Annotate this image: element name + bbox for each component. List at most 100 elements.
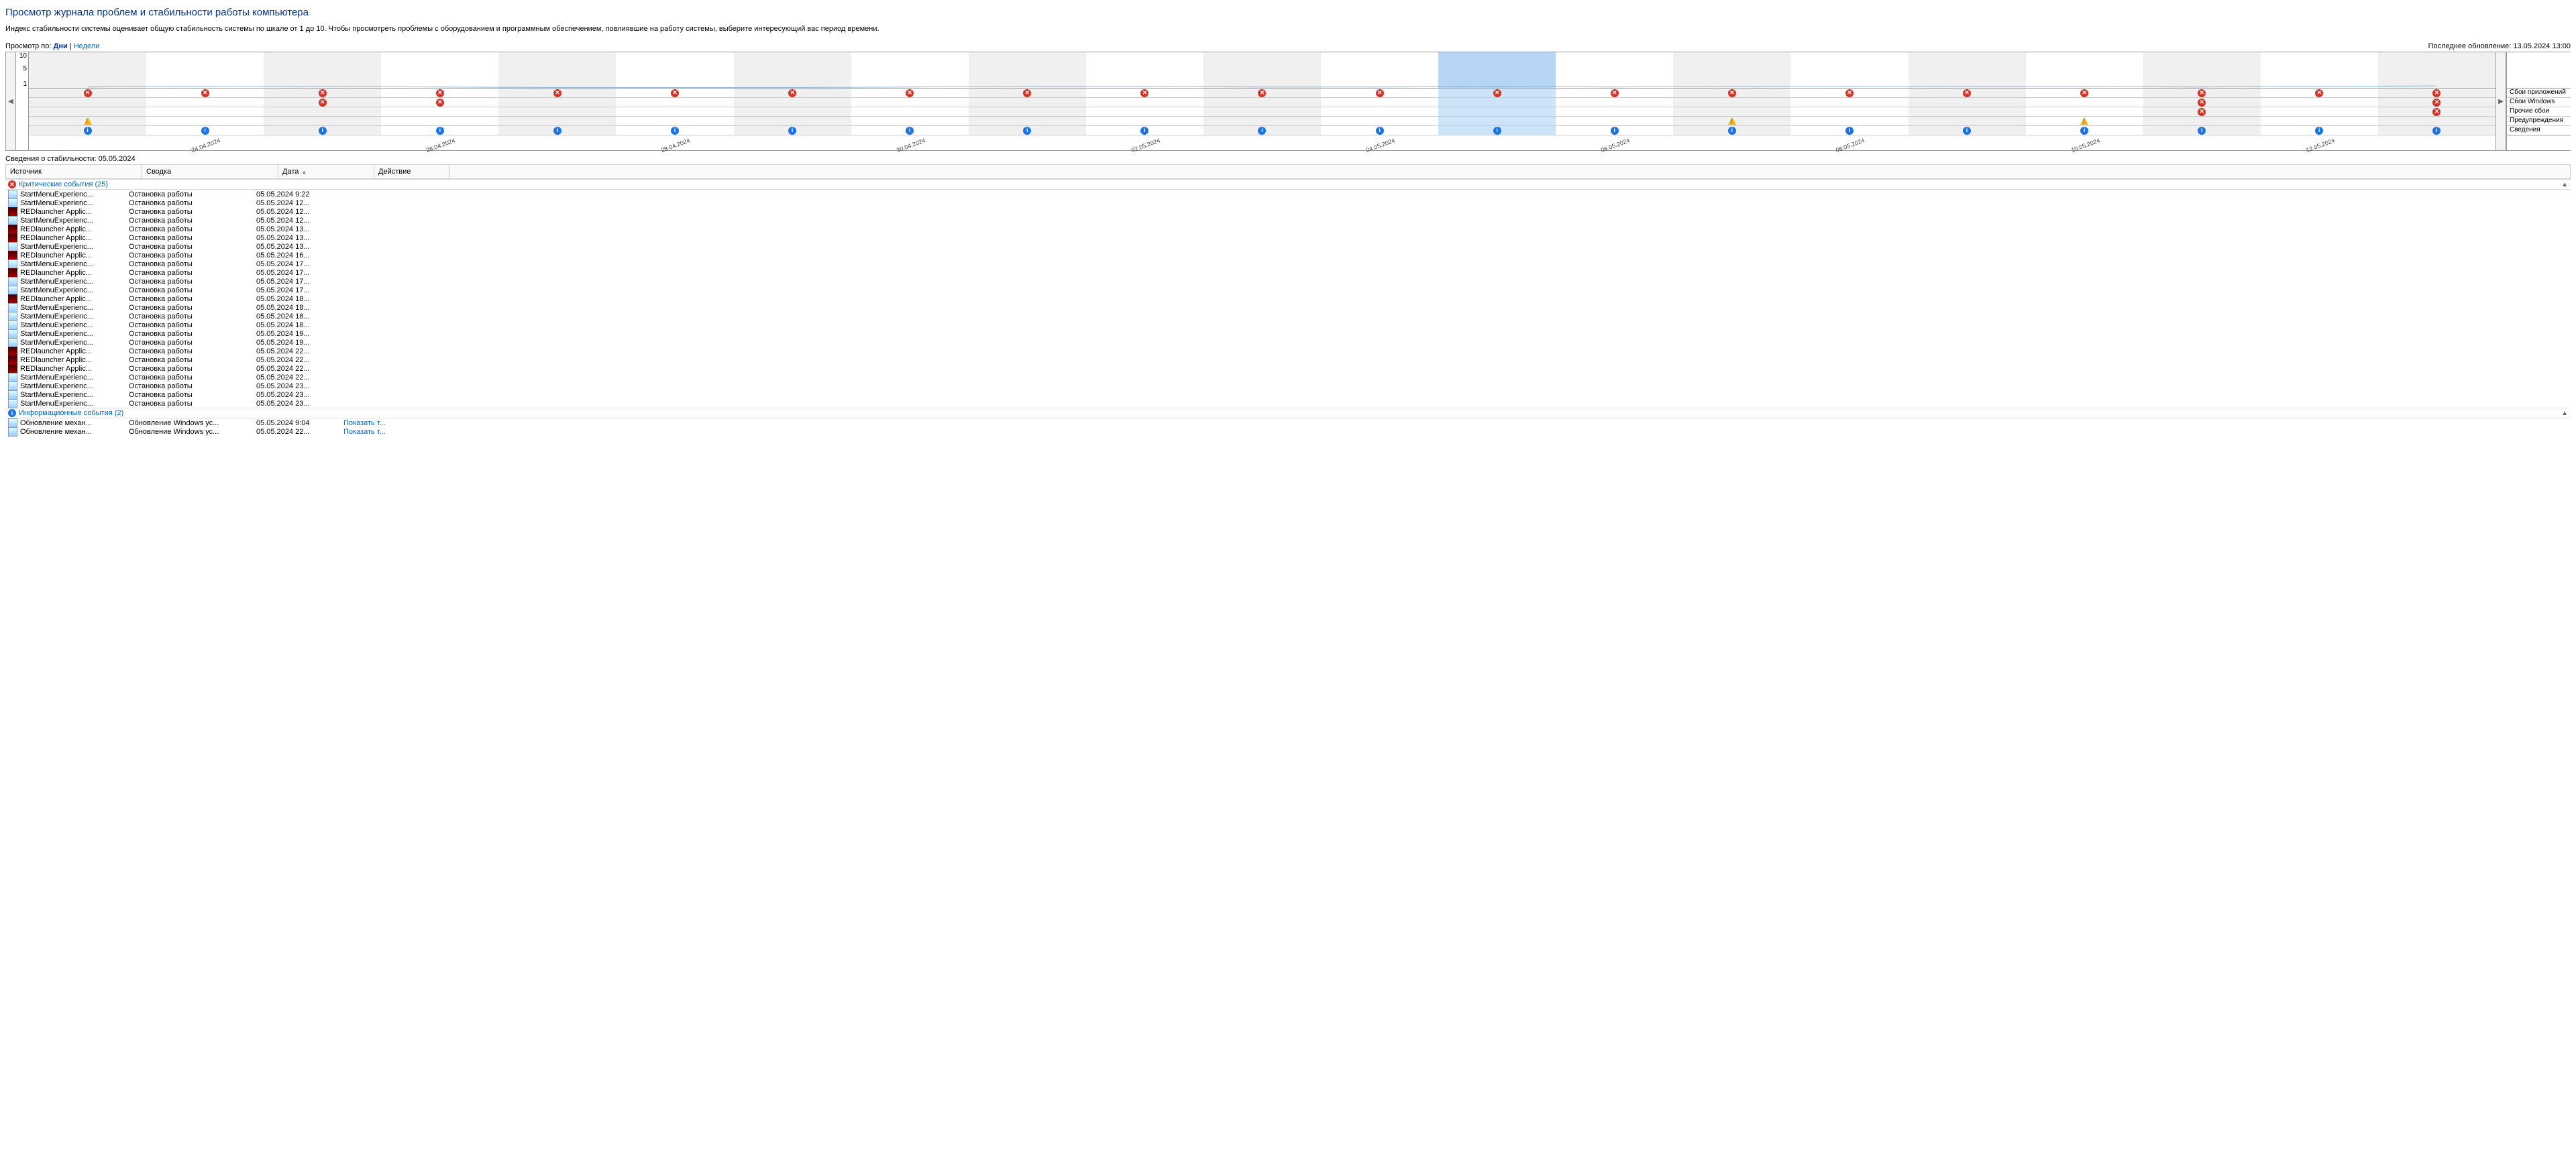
chart-day-cell[interactable] <box>264 52 381 88</box>
chart-day-cell[interactable]: ✕ <box>146 89 264 97</box>
chart-day-cell[interactable]: ✕ <box>1909 89 2026 97</box>
event-row[interactable]: REDlauncher Applic...Остановка работы05.… <box>5 207 2571 216</box>
chart-day-cell[interactable]: i <box>1790 126 1908 135</box>
event-action-link[interactable]: Показать т... <box>343 428 386 436</box>
event-row[interactable]: REDlauncher Applic...Остановка работы05.… <box>5 233 2571 242</box>
chart-day-cell[interactable]: ✕ <box>2026 89 2143 97</box>
event-row[interactable]: StartMenuExperienc...Остановка работы05.… <box>5 277 2571 286</box>
event-row[interactable]: StartMenuExperienc...Остановка работы05.… <box>5 198 2571 207</box>
event-row[interactable]: StartMenuExperienc...Остановка работы05.… <box>5 312 2571 321</box>
chart-day-cell[interactable]: ✕ <box>1203 89 1321 97</box>
chart-day-cell[interactable]: ✕ <box>2378 107 2496 116</box>
chart-day-cell[interactable]: ✕ <box>264 89 381 97</box>
chart-day-cell[interactable]: ✕ <box>2378 98 2496 107</box>
col-date[interactable]: Дата▲ <box>278 165 374 179</box>
chart-day-cell[interactable]: ✕ <box>1673 89 1790 97</box>
chart-day-cell[interactable] <box>2143 117 2261 125</box>
chart-day-cell[interactable] <box>851 52 969 88</box>
collapse-icon[interactable]: ▲ <box>2561 410 2568 417</box>
event-row[interactable]: StartMenuExperienc...Остановка работы05.… <box>5 216 2571 225</box>
chart-day-cell[interactable] <box>1909 117 2026 125</box>
chart-day-cell[interactable] <box>2261 98 2378 107</box>
chart-day-cell[interactable] <box>1909 107 2026 116</box>
chart-day-cell[interactable] <box>1321 107 1438 116</box>
chart-day-cell[interactable] <box>146 107 264 116</box>
chart-day-cell[interactable]: i <box>29 126 146 135</box>
col-action[interactable]: Действие <box>374 165 450 179</box>
chart-day-cell[interactable] <box>381 107 498 116</box>
event-row[interactable]: StartMenuExperienc...Остановка работы05.… <box>5 338 2571 347</box>
chart-day-cell[interactable]: ✕ <box>264 98 381 107</box>
chart-day-cell[interactable]: ✕ <box>2143 89 2261 97</box>
event-row[interactable]: REDlauncher Applic...Остановка работы05.… <box>5 225 2571 233</box>
chart-day-cell[interactable] <box>1790 117 1908 125</box>
chart-day-cell[interactable]: i <box>616 126 733 135</box>
view-by-days-link[interactable]: Дни <box>54 42 68 50</box>
chart-day-cell[interactable] <box>1790 52 1908 88</box>
chart-day-cell[interactable] <box>498 117 616 125</box>
chart-day-cell[interactable]: ✕ <box>29 89 146 97</box>
chart-day-cell[interactable]: i <box>381 126 498 135</box>
chart-day-cell[interactable] <box>146 98 264 107</box>
chart-day-cell[interactable] <box>1438 107 1556 116</box>
chart-day-cell[interactable]: ✕ <box>2143 98 2261 107</box>
chart-day-cell[interactable] <box>969 52 1086 88</box>
chart-day-cell[interactable]: i <box>1556 126 1673 135</box>
chart-day-cell[interactable] <box>969 98 1086 107</box>
chart-day-cell[interactable] <box>1790 98 1908 107</box>
chart-day-cell[interactable] <box>1203 98 1321 107</box>
chart-day-cell[interactable] <box>1321 98 1438 107</box>
chart-day-cell[interactable] <box>616 107 733 116</box>
chart-day-cell[interactable] <box>1673 98 1790 107</box>
chart-day-cell[interactable]: i <box>1086 126 1203 135</box>
chart-day-cell[interactable] <box>1203 52 1321 88</box>
chart-day-cell[interactable] <box>2026 52 2143 88</box>
chart-day-cell[interactable]: ✕ <box>2261 89 2378 97</box>
chart-day-cell[interactable] <box>498 98 616 107</box>
chart-day-cell[interactable] <box>1909 98 2026 107</box>
chart-scroll-left[interactable]: ◀ <box>5 52 16 150</box>
chart-day-cell[interactable] <box>734 98 851 107</box>
chart-day-cell[interactable] <box>264 117 381 125</box>
chart-day-cell[interactable] <box>2143 52 2261 88</box>
chart-day-cell[interactable]: ✕ <box>969 89 1086 97</box>
chart-day-cell[interactable] <box>1438 98 1556 107</box>
chart-day-cell[interactable]: i <box>969 126 1086 135</box>
event-row[interactable]: StartMenuExperienc...Остановка работы05.… <box>5 329 2571 338</box>
event-row[interactable]: StartMenuExperienc...Остановка работы05.… <box>5 260 2571 268</box>
chart-day-cell[interactable] <box>1673 52 1790 88</box>
chart-day-cell[interactable]: i <box>1203 126 1321 135</box>
chart-day-cell[interactable] <box>498 52 616 88</box>
event-row[interactable]: REDlauncher Applic...Остановка работы05.… <box>5 355 2571 364</box>
chart-day-cell[interactable] <box>734 107 851 116</box>
chart-day-cell[interactable] <box>969 117 1086 125</box>
chart-day-cell[interactable] <box>146 52 264 88</box>
chart-day-cell[interactable] <box>498 107 616 116</box>
chart-day-cell[interactable]: i <box>734 126 851 135</box>
group-critical-events[interactable]: ✕ Критические события (25) ▲ <box>5 179 2571 190</box>
chart-day-cell[interactable] <box>1086 98 1203 107</box>
chart-day-cell[interactable]: ✕ <box>616 89 733 97</box>
chart-day-cell[interactable] <box>29 107 146 116</box>
event-row[interactable]: StartMenuExperienc...Остановка работы05.… <box>5 321 2571 329</box>
event-row[interactable]: StartMenuExperienc...Остановка работы05.… <box>5 399 2571 408</box>
chart-day-cell[interactable] <box>616 117 733 125</box>
chart-day-cell[interactable] <box>2261 107 2378 116</box>
chart-day-cell[interactable] <box>1556 98 1673 107</box>
chart-day-cell[interactable] <box>616 52 733 88</box>
chart-day-cell[interactable]: ✕ <box>2143 107 2261 116</box>
event-row[interactable]: StartMenuExperienc...Остановка работы05.… <box>5 286 2571 294</box>
chart-day-cell[interactable] <box>2261 52 2378 88</box>
chart-day-cell[interactable] <box>1673 117 1790 125</box>
chart-day-cell[interactable] <box>1556 107 1673 116</box>
event-row[interactable]: REDlauncher Applic...Остановка работы05.… <box>5 294 2571 303</box>
chart-day-cell[interactable] <box>1086 52 1203 88</box>
col-source[interactable]: Источник <box>6 165 142 179</box>
chart-day-cell[interactable]: ✕ <box>381 98 498 107</box>
chart-day-cell[interactable] <box>851 117 969 125</box>
chart-day-cell[interactable]: i <box>146 126 264 135</box>
event-row[interactable]: Обновление механ...Обновление Windows ус… <box>5 418 2571 427</box>
chart-day-cell[interactable] <box>1790 107 1908 116</box>
chart-day-cell[interactable] <box>2378 52 2496 88</box>
chart-day-cell[interactable]: i <box>2143 126 2261 135</box>
